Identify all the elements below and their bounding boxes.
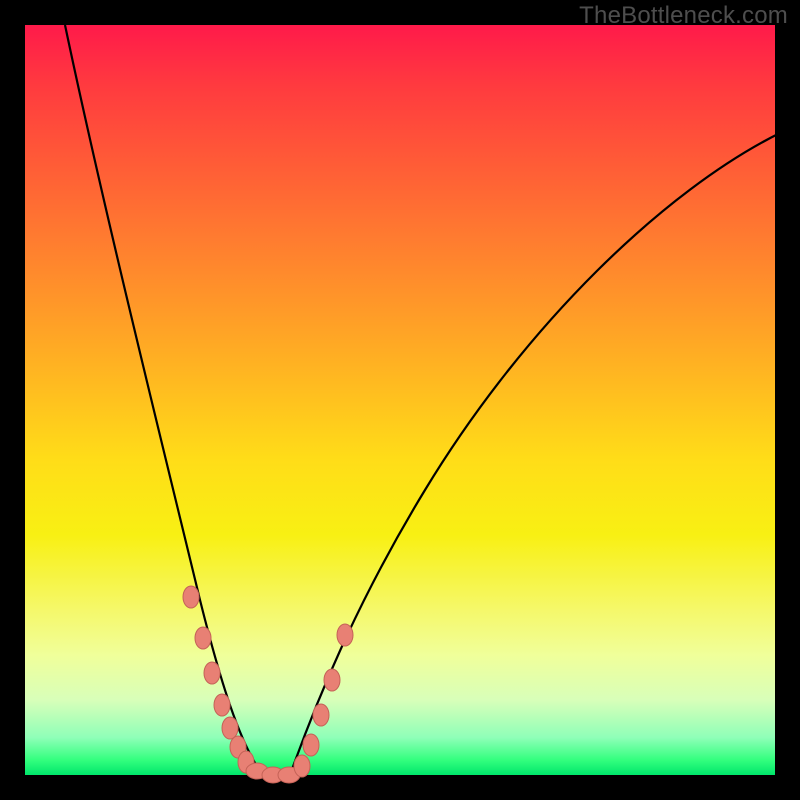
plot-area	[25, 25, 775, 775]
bead	[313, 704, 329, 726]
bead	[324, 669, 340, 691]
bead	[294, 755, 310, 777]
watermark-text: TheBottleneck.com	[579, 2, 788, 30]
curve-right-branch	[290, 133, 780, 775]
bead	[214, 694, 230, 716]
chart-frame: TheBottleneck.com	[0, 0, 800, 800]
bead	[303, 734, 319, 756]
bead	[204, 662, 220, 684]
bead	[222, 717, 238, 739]
bead	[183, 586, 199, 608]
bead-cluster	[183, 586, 353, 783]
bead	[337, 624, 353, 646]
bottleneck-curve	[25, 25, 775, 775]
curve-left-branch	[65, 25, 263, 775]
bead	[195, 627, 211, 649]
